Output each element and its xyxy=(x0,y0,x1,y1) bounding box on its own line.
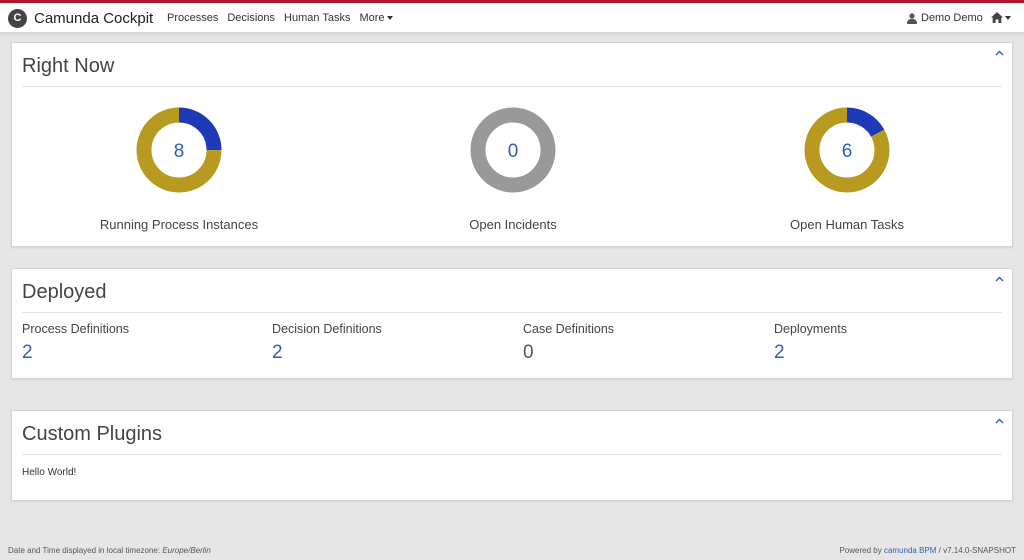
stat-label: Case Definitions xyxy=(523,322,615,336)
brand-link[interactable]: C Camunda Cockpit xyxy=(8,7,153,29)
camunda-bpm-link[interactable]: camunda BPM xyxy=(884,546,936,555)
incidents-count[interactable]: 0 xyxy=(508,141,519,162)
navbar: C Camunda Cockpit Processes Decisions Hu… xyxy=(0,3,1024,33)
user-icon xyxy=(907,12,917,24)
stat-label: Deployments xyxy=(774,322,847,336)
panel-divider xyxy=(22,312,1002,313)
version-text: / v7.14.0-SNAPSHOT xyxy=(936,546,1016,555)
stat-value[interactable]: 2 xyxy=(22,342,129,364)
human-tasks-label: Open Human Tasks xyxy=(790,217,904,232)
caret-down-icon xyxy=(386,16,393,21)
app-title: Camunda Cockpit xyxy=(34,9,154,27)
right-now-title: Right Now xyxy=(22,55,115,77)
stat-value[interactable]: 2 xyxy=(272,342,382,364)
incidents-label: Open Incidents xyxy=(469,217,557,232)
home-menu[interactable] xyxy=(991,12,1011,23)
caret-down-icon xyxy=(1005,15,1011,20)
custom-plugins-panel: Custom Plugins Hello World! xyxy=(11,410,1013,501)
deployed-title: Deployed xyxy=(22,281,107,303)
collapse-chevron-up-icon[interactable] xyxy=(995,276,1004,282)
nav-item-human-tasks[interactable]: Human Tasks xyxy=(284,12,350,24)
widget-running-process-instances[interactable]: 8 Running Process Instances xyxy=(59,105,299,232)
home-icon xyxy=(991,12,1003,23)
nav-item-processes[interactable]: Processes xyxy=(167,12,218,24)
nav-item-decisions[interactable]: Decisions xyxy=(227,12,275,24)
user-menu[interactable]: Demo Demo xyxy=(907,12,983,24)
stat-deployments[interactable]: Deployments 2 xyxy=(774,322,847,364)
widget-open-incidents[interactable]: 0 Open Incidents xyxy=(393,105,633,232)
user-name: Demo Demo xyxy=(921,12,983,24)
incidents-donut[interactable]: 0 xyxy=(468,105,558,195)
right-now-panel: Right Now 8 Running Process Instances 0 … xyxy=(11,42,1013,247)
collapse-chevron-up-icon[interactable] xyxy=(995,418,1004,424)
stat-value: 0 xyxy=(523,342,534,363)
stat-decision-definitions[interactable]: Decision Definitions 2 xyxy=(272,322,382,364)
widget-open-human-tasks[interactable]: 6 Open Human Tasks xyxy=(727,105,967,232)
timezone-value: Europe/Berlin xyxy=(162,546,211,555)
plugin-hello-text: Hello World! xyxy=(22,467,77,478)
footer-powered-by: Powered by camunda BPM / v7.14.0-SNAPSHO… xyxy=(839,546,1016,555)
panel-divider xyxy=(22,86,1002,87)
process-instances-count[interactable]: 8 xyxy=(174,141,185,162)
stat-value[interactable]: 2 xyxy=(774,342,847,364)
process-instances-label: Running Process Instances xyxy=(99,217,259,232)
stat-process-definitions[interactable]: Process Definitions 2 xyxy=(22,322,129,364)
powered-prefix: Powered by xyxy=(839,546,884,555)
custom-plugins-title: Custom Plugins xyxy=(22,423,163,445)
deployed-panel: Deployed Process Definitions 2 Decision … xyxy=(11,268,1013,379)
nav-item-more[interactable]: More xyxy=(359,12,393,24)
timezone-prefix: Date and Time displayed in local timezon… xyxy=(8,546,163,555)
collapse-chevron-up-icon[interactable] xyxy=(995,50,1004,56)
stat-label: Process Definitions xyxy=(22,322,129,336)
human-tasks-donut[interactable]: 6 xyxy=(802,105,892,195)
more-label: More xyxy=(359,12,385,24)
human-tasks-count[interactable]: 6 xyxy=(842,141,853,162)
stat-label: Decision Definitions xyxy=(272,322,382,336)
stat-case-definitions: Case Definitions 0 xyxy=(523,322,614,364)
process-instances-donut[interactable]: 8 xyxy=(134,105,224,195)
panel-divider xyxy=(22,454,1002,455)
camunda-logo-icon: C xyxy=(8,8,27,28)
footer-timezone: Date and Time displayed in local timezon… xyxy=(8,546,211,555)
main-nav: Processes Decisions Human Tasks More xyxy=(167,12,402,24)
